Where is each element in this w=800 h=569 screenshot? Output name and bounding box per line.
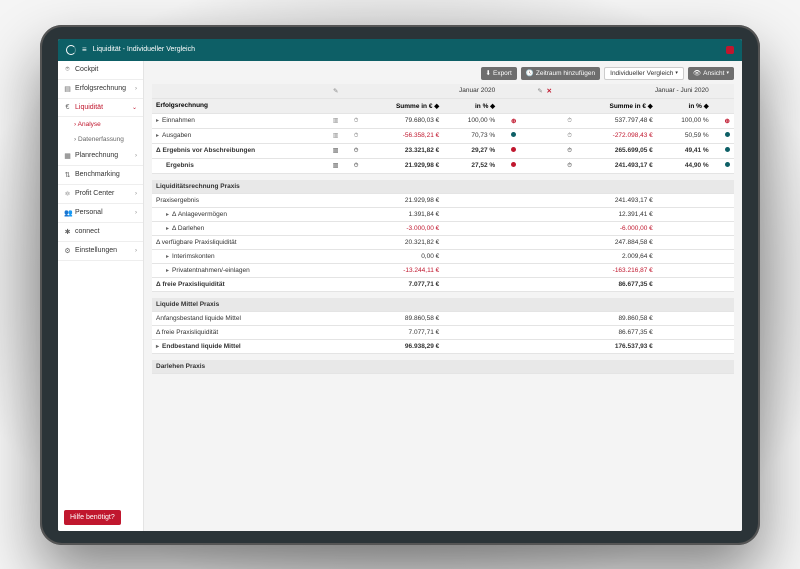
gauge-icon[interactable]: ⏱ (567, 148, 572, 154)
row-ergebnis-vor-abs[interactable]: Ergebnis vor Abschreibungen ▥ ⏱ 23.321,8… (152, 143, 734, 158)
row-ergebnis[interactable]: Ergebnis ▥ ⏱ 21.929,98 €27,52 % ⏱ 241.49… (152, 158, 734, 173)
col-pct2[interactable]: in % ◆ (657, 98, 713, 113)
export-button[interactable]: ⬇ Export (481, 67, 517, 80)
gauge-icon[interactable]: ⏱ (354, 163, 359, 169)
row-privat[interactable]: Privatentnahmen/-einlagen -13.244,11 € -… (152, 263, 734, 277)
app-screen: ≡ Liquidität - Individueller Vergleich ⌾… (58, 39, 742, 531)
chart-icon[interactable]: ▥ (333, 118, 339, 124)
sidebar-item-planrechnung[interactable]: ▦Planrechnung› (58, 147, 143, 166)
chevron-right-icon: › (135, 153, 137, 159)
row-freie-liq: freie Praxisliquidität 7.077,71 € 86.677… (152, 277, 734, 291)
row-end-bestand[interactable]: Endbestand liquide Mittel 96.938,29 € 17… (152, 339, 734, 353)
caret-down-icon: ▾ (675, 70, 678, 76)
remove-period-icon[interactable]: ✕ (546, 88, 551, 95)
plus-icon[interactable]: ⊕ (725, 118, 730, 125)
menu-icon[interactable]: ≡ (82, 45, 87, 54)
alert-icon[interactable] (726, 46, 734, 54)
sidebar-item-erfolgsrechnung[interactable]: ▤Erfolgsrechnung› (58, 80, 143, 99)
sidebar-sub-analyse[interactable]: › Analyse (58, 117, 143, 132)
status-dot (511, 162, 516, 167)
status-dot (725, 132, 730, 137)
content-area: ⬇ Export 🕓 Zeitraum hinzufügen Individue… (144, 61, 742, 531)
gauge-icon[interactable]: ⏱ (354, 148, 359, 154)
sidebar-item-personal[interactable]: 👥Personal› (58, 204, 143, 223)
chevron-right-icon: › (135, 210, 137, 216)
chevron-right-icon: › (135, 86, 137, 92)
row-darlehen[interactable]: Darlehen -3.000,00 € -6.000,00 € (152, 221, 734, 235)
status-dot (511, 147, 516, 152)
gauge-icon[interactable]: ⏱ (354, 133, 359, 139)
period-1-label: Januar 2020 (362, 84, 499, 99)
sidebar-item-cockpit[interactable]: ⌾Cockpit (58, 61, 143, 80)
sidebar-item-connect[interactable]: ✱connect (58, 223, 143, 242)
status-dot (725, 162, 730, 167)
status-dot (725, 147, 730, 152)
row-praxisergebnis: Praxisergebnis 21.929,98 € 241.493,17 € (152, 193, 734, 207)
sidebar-item-einstellungen[interactable]: ⚙Einstellungen› (58, 242, 143, 261)
edit-icon[interactable]: ✎ (537, 88, 542, 95)
gauge-icon[interactable]: ⏱ (567, 163, 572, 169)
view-button[interactable]: 👁 Ansicht ▾ (688, 67, 734, 80)
page-title: Liquidität - Individueller Vergleich (93, 46, 195, 53)
gauge-icon[interactable]: ⏱ (567, 133, 572, 139)
sidebar: ⌾Cockpit ▤Erfolgsrechnung› €Liquidität⌄ … (58, 61, 144, 531)
row-ausgaben[interactable]: Ausgaben ▥ ⏱ -56.358,21 €70,73 % ⏱ -272.… (152, 128, 734, 143)
comparison-select[interactable]: Individueller Vergleich ▾ (604, 67, 684, 80)
sidebar-sub-datenerfassung[interactable]: › Datenerfassung (58, 132, 143, 147)
logo-icon (66, 45, 76, 55)
row-verf-liq: verfügbare Praxisliquidität 20.321,82 € … (152, 235, 734, 249)
chart-icon[interactable]: ▥ (333, 163, 339, 169)
col-sum2[interactable]: Summe in € ◆ (576, 98, 657, 113)
tablet-frame: ≡ Liquidität - Individueller Vergleich ⌾… (40, 25, 760, 545)
chart-icon[interactable]: ▥ (333, 133, 339, 139)
row-anlage[interactable]: Anlagevermögen 1.391,84 € 12.391,41 € (152, 207, 734, 221)
add-period-button[interactable]: 🕓 Zeitraum hinzufügen (521, 67, 600, 80)
row-freie-liq2: freie Praxisliquidität 7.077,71 € 86.677… (152, 325, 734, 339)
gauge-icon[interactable]: ⏱ (354, 118, 359, 124)
section-darlehen: Darlehen Praxis (152, 360, 734, 374)
caret-down-icon: ▾ (726, 70, 729, 76)
plus-icon[interactable]: ⊕ (511, 118, 516, 125)
edit-icon[interactable]: ✎ (333, 88, 338, 95)
sidebar-item-benchmarking[interactable]: ⇅Benchmarking (58, 166, 143, 185)
col-main[interactable]: Erfolgsrechnung (152, 98, 321, 113)
row-einnahmen[interactable]: Einnahmen ▥ ⏱ 79.680,03 €100,00 % ⊕ ⏱ 53… (152, 113, 734, 128)
topbar: ≡ Liquidität - Individueller Vergleich (58, 39, 742, 61)
sidebar-item-liquiditaet[interactable]: €Liquidität⌄ (58, 99, 143, 117)
chevron-right-icon: › (135, 248, 137, 254)
status-dot (511, 132, 516, 137)
section-liq-praxis: Liquiditätsrechnung Praxis (152, 180, 734, 194)
chevron-down-icon: ⌄ (132, 104, 137, 111)
chevron-right-icon: › (135, 191, 137, 197)
row-anf-bestand: Anfangsbestand liquide Mittel 89.860,58 … (152, 311, 734, 325)
chart-icon[interactable]: ▥ (333, 148, 339, 154)
col-sum1[interactable]: Summe in € ◆ (362, 98, 443, 113)
col-pct1[interactable]: in % ◆ (443, 98, 499, 113)
sidebar-item-profit-center[interactable]: ⚛Profit Center› (58, 185, 143, 204)
gauge-icon[interactable]: ⏱ (567, 118, 572, 124)
toolbar: ⬇ Export 🕓 Zeitraum hinzufügen Individue… (152, 67, 734, 80)
section-liq-mittel: Liquide Mittel Praxis (152, 298, 734, 312)
help-button[interactable]: Hilfe benötigt? (64, 510, 121, 525)
data-table: ✎ Januar 2020 ✎ ✕ Januar - Juni 2020 Erf… (152, 84, 734, 374)
period-2-label: Januar - Juni 2020 (576, 84, 713, 99)
row-interim[interactable]: Interimskonten 0,00 € 2.009,64 € (152, 249, 734, 263)
